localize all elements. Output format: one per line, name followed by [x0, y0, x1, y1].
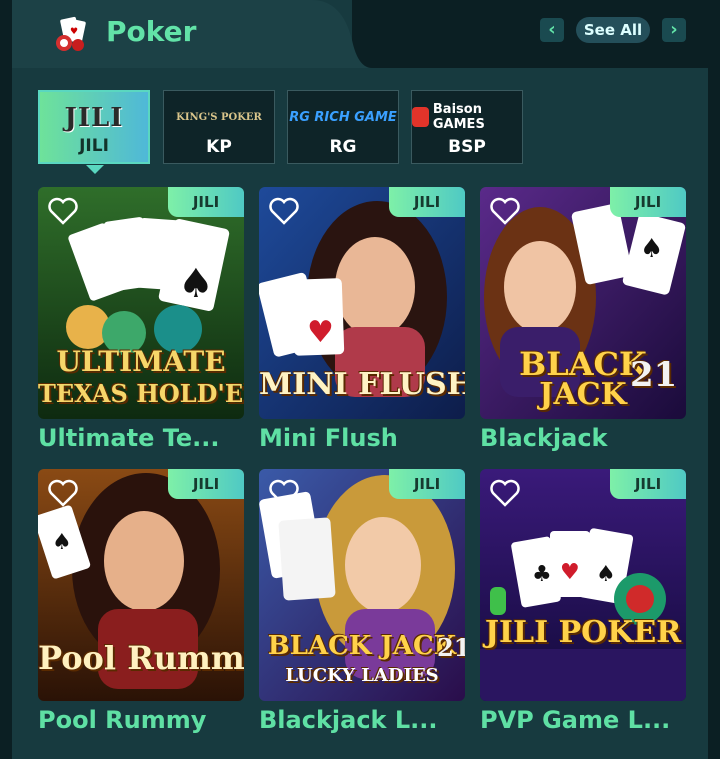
- provider-badge: JILI: [610, 469, 686, 499]
- game-title[interactable]: Mini Flush: [259, 424, 398, 452]
- next-button[interactable]: ›: [662, 18, 686, 42]
- favorite-heart-icon[interactable]: [490, 479, 520, 507]
- favorite-heart-icon[interactable]: [48, 479, 78, 507]
- game-title[interactable]: Ultimate Te...: [38, 424, 220, 452]
- svg-text:♠: ♠: [178, 261, 214, 307]
- game-title[interactable]: Pool Rummy: [38, 706, 206, 734]
- favorite-heart-icon[interactable]: [269, 479, 299, 507]
- jili-logo: JILI: [64, 103, 124, 133]
- game-title[interactable]: Blackjack: [480, 424, 608, 452]
- provider-badge: JILI: [389, 187, 465, 217]
- provider-label: RG: [329, 137, 357, 157]
- provider-badge: JILI: [610, 187, 686, 217]
- provider-badge: JILI: [389, 469, 465, 499]
- provider-badge: JILI: [168, 187, 244, 217]
- art-title-line: BLACK JACK: [267, 631, 457, 661]
- svg-text:♠: ♠: [596, 562, 616, 587]
- svg-text:♥: ♥: [560, 560, 580, 585]
- art-title-line: TEXAS HOLD'EM: [38, 379, 244, 408]
- provider-label: KP: [206, 137, 232, 157]
- art-title-line: LUCKY LADIES: [285, 665, 439, 686]
- provider-tab-rg[interactable]: RG RICH GAME RG: [287, 90, 399, 164]
- svg-text:♣: ♣: [532, 562, 552, 587]
- svg-text:♥: ♥: [307, 315, 334, 350]
- svg-text:♠: ♠: [52, 530, 72, 555]
- art-title-line: Pool Rummy: [38, 639, 244, 677]
- art-title-line: JILI POKER: [484, 615, 682, 650]
- art-title-line: 21: [630, 355, 678, 395]
- favorite-heart-icon[interactable]: [48, 197, 78, 225]
- art-title-line: MINI FLUSH: [259, 367, 465, 402]
- art-title-line: 21: [437, 633, 465, 662]
- provider-badge: JILI: [168, 469, 244, 499]
- active-tab-caret: [86, 165, 104, 174]
- game-card[interactable]: ♥ MINI FLUSH JILI: [259, 187, 465, 419]
- rich-game-logo: RG RICH GAME: [289, 109, 397, 125]
- favorite-heart-icon[interactable]: [269, 197, 299, 225]
- baison-games-logo: Baison GAMES: [412, 99, 522, 135]
- game-title[interactable]: PVP Game L...: [480, 706, 670, 734]
- game-card[interactable]: ♠ BLACK JACK 21 JILI: [480, 187, 686, 419]
- favorite-heart-icon[interactable]: [490, 197, 520, 225]
- poker-cards-icon: ♥: [56, 16, 86, 51]
- section-title: Poker: [106, 15, 197, 48]
- art-title-line: ULTIMATE: [56, 345, 226, 378]
- svg-text:♥: ♥: [70, 27, 78, 37]
- provider-label: BSP: [448, 137, 486, 157]
- svg-text:♠: ♠: [640, 234, 663, 264]
- game-card[interactable]: ♠ ULTIMATE TEXAS HOLD'EM JILI: [38, 187, 244, 419]
- prev-button[interactable]: ‹: [540, 18, 564, 42]
- game-card[interactable]: ♠ Pool Rummy JILI: [38, 469, 244, 701]
- game-card[interactable]: ♣ ♥ ♠ JILI POKER JILI: [480, 469, 686, 701]
- game-title[interactable]: Blackjack L...: [259, 706, 438, 734]
- provider-tab-kp[interactable]: KING'S POKER KP: [163, 90, 275, 164]
- see-all-button[interactable]: See All: [576, 17, 650, 43]
- provider-tab-jili[interactable]: JILI JILI: [38, 90, 150, 164]
- game-card[interactable]: BLACK JACK LUCKY LADIES 21 JILI: [259, 469, 465, 701]
- kings-poker-logo: KING'S POKER: [176, 111, 262, 123]
- provider-label: JILI: [79, 136, 109, 156]
- provider-tab-bsp[interactable]: Baison GAMES BSP: [411, 90, 523, 164]
